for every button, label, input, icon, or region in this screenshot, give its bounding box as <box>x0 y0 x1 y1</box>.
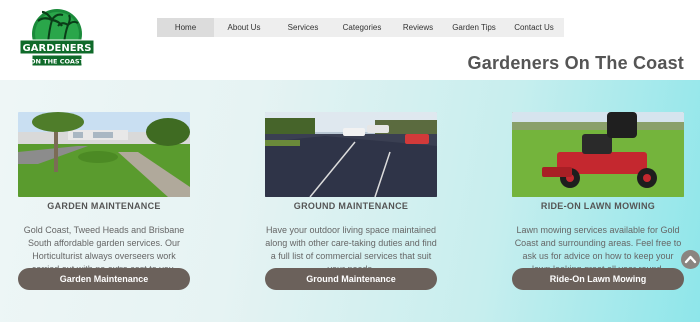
mower-photo <box>512 112 684 197</box>
nav-item-home[interactable]: Home <box>157 18 214 37</box>
scroll-to-top-button[interactable] <box>681 250 700 269</box>
service-card-ground: GROUND MAINTENANCE Have your outdoor liv… <box>265 112 437 276</box>
chevron-up-icon <box>684 255 697 264</box>
nav-item-garden-tips[interactable]: Garden Tips <box>444 18 504 37</box>
nav-item-contact-us[interactable]: Contact Us <box>504 18 564 37</box>
logo-line1: GARDENERS <box>23 43 92 54</box>
site-logo[interactable]: GARDENERS ON THE COAST <box>18 8 96 70</box>
nav-item-about-us[interactable]: About Us <box>214 18 274 37</box>
service-title: GROUND MAINTENANCE <box>293 201 409 211</box>
logo-line2: ON THE COAST <box>30 58 85 66</box>
main-nav: Home About Us Services Categories Review… <box>157 18 564 37</box>
garden-photo <box>18 112 190 197</box>
ride-on-lawn-mowing-button[interactable]: Ride-On Lawn Mowing <box>512 268 684 290</box>
service-title: RIDE-ON LAWN MOWING <box>540 201 656 211</box>
nav-item-services[interactable]: Services <box>274 18 332 37</box>
service-card-mowing: RIDE-ON LAWN MOWING Lawn mowing services… <box>512 112 684 276</box>
site-header: GARDENERS ON THE COAST Home About Us Ser… <box>0 0 700 80</box>
page-title: Gardeners On The Coast <box>467 53 684 73</box>
ground-photo <box>265 112 437 197</box>
ground-maintenance-button[interactable]: Ground Maintenance <box>265 268 437 290</box>
service-card-garden: GARDEN MAINTENANCE Gold Coast, Tweed Hea… <box>18 112 190 276</box>
garden-maintenance-button[interactable]: Garden Maintenance <box>18 268 190 290</box>
service-title: GARDEN MAINTENANCE <box>47 201 161 211</box>
nav-item-categories[interactable]: Categories <box>332 18 392 37</box>
nav-item-reviews[interactable]: Reviews <box>392 18 444 37</box>
palm-tree-logo-icon: GARDENERS ON THE COAST <box>19 9 95 67</box>
services-section: GARDEN MAINTENANCE Gold Coast, Tweed Hea… <box>0 80 700 322</box>
